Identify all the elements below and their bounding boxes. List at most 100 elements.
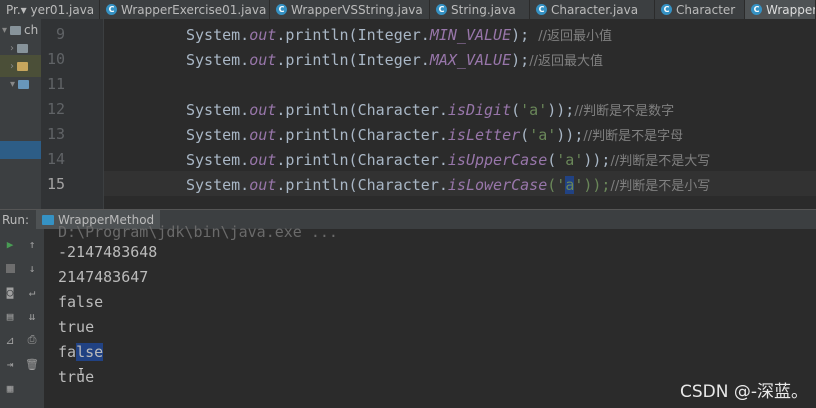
code-token: ( xyxy=(547,151,557,169)
code-token: ( xyxy=(511,101,521,119)
java-class-icon: C xyxy=(661,4,672,15)
print-icon[interactable]: ⎙ xyxy=(25,333,39,347)
code-comment: //判断是不是字母 xyxy=(583,129,684,144)
code-line[interactable]: System.out.println(Character.isUpperCase… xyxy=(186,150,710,169)
settings-icon[interactable]: ▦ xyxy=(3,381,17,395)
code-line[interactable]: System.out.println(Integer.MAX_VALUE);//… xyxy=(186,50,603,69)
tab-wrapper-method[interactable]: C Wrapper xyxy=(745,0,816,19)
scroll-to-end-icon[interactable]: ⇊ xyxy=(25,309,39,323)
code-string: 'a' xyxy=(520,101,548,119)
tab-wrapper-vs-string[interactable]: C WrapperVSString.java xyxy=(270,0,430,19)
line-number: 11 xyxy=(46,75,65,93)
code-line[interactable]: System.out.println(Character.isLetter('a… xyxy=(186,125,683,144)
chevron-down-icon[interactable]: ▾ xyxy=(2,25,7,36)
pin-icon[interactable]: ⊿ xyxy=(3,333,17,347)
console-line: -2147483648 xyxy=(58,243,158,261)
run-label: Run: xyxy=(2,213,30,227)
tab-character-java[interactable]: C Character.java xyxy=(530,0,655,19)
stop-icon[interactable] xyxy=(3,261,17,275)
code-token: System. xyxy=(186,26,250,44)
folder-icon xyxy=(17,43,28,53)
line-number: 9 xyxy=(55,25,65,43)
code-token: isDigit xyxy=(447,101,512,119)
selected-text: lse xyxy=(76,343,104,361)
tab-character[interactable]: C Character xyxy=(655,0,745,19)
code-token: .println(Integer. xyxy=(276,51,430,69)
code-line[interactable]: System.out.println(Character.isLowerCase… xyxy=(186,175,710,194)
code-comment: //判断是不是大写 xyxy=(610,154,711,169)
arrow-up-icon[interactable]: ↑ xyxy=(25,237,39,251)
run-toolbar-secondary: ↑ ↓ ↵ ⇊ ⎙ 🗑 xyxy=(20,229,45,408)
chevron-right-icon[interactable]: › xyxy=(10,43,14,54)
camera-icon[interactable]: ◙ xyxy=(3,285,17,299)
arrow-down-icon[interactable]: ↓ xyxy=(25,261,39,275)
code-token: isLetter xyxy=(447,126,521,144)
code-token: .println(Integer. xyxy=(276,26,430,44)
code-token: MIN_VALUE xyxy=(429,26,512,44)
trash-icon[interactable]: 🗑 xyxy=(25,357,39,371)
console-line: false xyxy=(58,293,104,311)
chevron-right-icon[interactable]: › xyxy=(10,61,14,72)
code-token: )); xyxy=(556,126,584,144)
code-token: System. xyxy=(186,51,250,69)
code-string-highlighted: a xyxy=(565,176,575,194)
code-token: ( xyxy=(520,126,530,144)
folder-icon xyxy=(10,25,22,35)
tab-label: String.java xyxy=(451,2,516,17)
project-tree-panel: ▾ ch › › ▾ xyxy=(0,19,41,209)
code-token: out xyxy=(249,151,277,169)
console-line-selected: false xyxy=(58,343,104,361)
tab-project[interactable]: Pr.▾ yer01.java xyxy=(0,0,100,19)
tab-label: Wrapper xyxy=(766,2,816,17)
tab-label: WrapperExercise01.java xyxy=(121,2,267,17)
java-class-icon: C xyxy=(751,4,762,15)
layout-icon[interactable]: ▤ xyxy=(3,309,17,323)
tree-item[interactable]: ▾ xyxy=(0,73,41,95)
chevron-down-icon[interactable]: ▾ xyxy=(10,79,15,90)
tree-item-selected[interactable] xyxy=(0,141,41,159)
console-line: 2147483647 xyxy=(58,268,149,286)
console-line: true xyxy=(58,368,95,386)
code-comment: //返回最小值 xyxy=(538,29,612,44)
code-token: out xyxy=(249,176,277,194)
soft-wrap-icon[interactable]: ↵ xyxy=(25,285,39,299)
folder-icon xyxy=(18,79,30,89)
run-icon[interactable]: ▶ xyxy=(3,237,17,251)
code-string: ')); xyxy=(574,176,611,194)
code-token: isUpperCase xyxy=(447,151,548,169)
console-line-text: fa xyxy=(58,343,77,361)
tab-label: WrapperVSString.java xyxy=(291,2,423,17)
code-token: ); xyxy=(511,51,530,69)
run-toolbar-primary: ▶ ◙ ▤ ⊿ ⇥ ▦ xyxy=(0,229,21,408)
code-token: System. xyxy=(186,101,250,119)
line-number: 13 xyxy=(46,125,65,143)
java-class-icon: C xyxy=(536,4,547,15)
code-token: MAX_VALUE xyxy=(429,51,512,69)
run-window-icon xyxy=(42,215,54,225)
code-token: out xyxy=(249,126,277,144)
code-token: System. xyxy=(186,126,250,144)
code-token: System. xyxy=(186,176,250,194)
code-token: .println(Character. xyxy=(276,126,448,144)
line-number: 15 xyxy=(46,175,65,193)
tab-label: Character.java xyxy=(551,2,639,17)
line-number: 10 xyxy=(46,50,65,68)
code-token: out xyxy=(249,101,277,119)
code-line[interactable]: System.out.println(Integer.MIN_VALUE); /… xyxy=(186,25,612,44)
code-string: 'a' xyxy=(556,151,584,169)
folder-icon xyxy=(17,61,28,71)
line-number: 14 xyxy=(46,150,65,168)
exit-icon[interactable]: ⇥ xyxy=(3,357,17,371)
tab-wrapper-exercise01[interactable]: C WrapperExercise01.java xyxy=(100,0,270,19)
text-cursor-icon: I xyxy=(78,367,85,378)
code-token: .println(Character. xyxy=(276,176,448,194)
tab-label: Pr.▾ yer01.java xyxy=(6,2,95,17)
watermark: CSDN @-深蓝。 xyxy=(679,382,808,402)
code-token: )); xyxy=(547,101,575,119)
code-comment: //返回最大值 xyxy=(529,54,603,69)
code-editor[interactable]: System.out.println(Integer.MIN_VALUE); /… xyxy=(104,19,816,209)
java-class-icon: C xyxy=(106,4,117,15)
console-line: true xyxy=(58,318,95,336)
code-line[interactable]: System.out.println(Character.isDigit('a'… xyxy=(186,100,674,119)
tab-string-java[interactable]: C String.java xyxy=(430,0,530,19)
